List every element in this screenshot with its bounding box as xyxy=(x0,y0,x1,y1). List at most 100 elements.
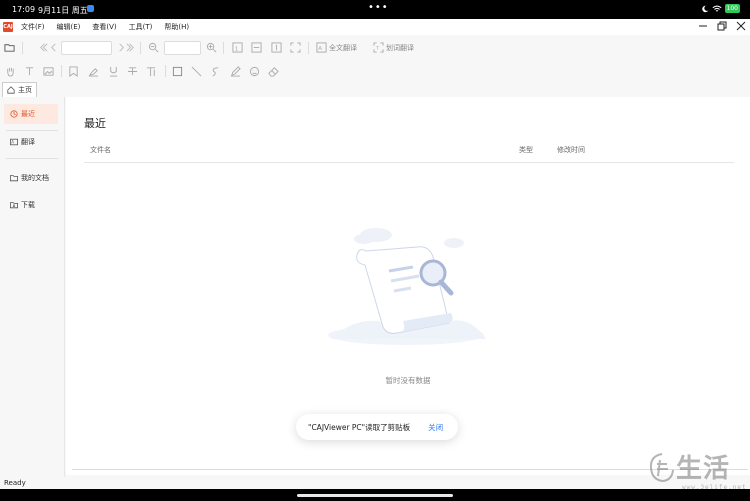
sidebar-item-my-documents[interactable]: 我的文档 xyxy=(4,168,58,188)
sidebar-item-downloads[interactable]: 下载 xyxy=(4,195,58,215)
hand-tool-icon[interactable] xyxy=(5,66,16,77)
multitasking-dots-icon[interactable]: ••• xyxy=(368,3,389,13)
actual-size-icon[interactable]: 1 xyxy=(232,42,243,53)
eraser-icon[interactable] xyxy=(268,66,279,77)
column-header-filename[interactable]: 文件名 xyxy=(90,145,111,155)
download-icon xyxy=(10,202,18,209)
text-box-icon[interactable] xyxy=(146,66,157,77)
fit-height-icon[interactable] xyxy=(271,42,282,53)
status-right: 100 xyxy=(701,4,740,13)
line-icon[interactable] xyxy=(191,66,202,77)
sidebar-item-label: 最近 xyxy=(21,110,35,118)
app-indicator-icon xyxy=(87,5,94,12)
annotation-toolbar xyxy=(0,61,750,81)
separator xyxy=(165,65,166,77)
app-logo: CAJ xyxy=(3,22,13,32)
sidebar-item-label: 翻译 xyxy=(21,138,35,146)
zoom-in-icon[interactable] xyxy=(206,42,217,53)
menu-file[interactable]: 文件(F) xyxy=(21,22,45,32)
strikethrough-icon[interactable] xyxy=(127,66,138,77)
last-page-icon[interactable] xyxy=(125,42,136,53)
menu-help[interactable]: 帮助(H) xyxy=(164,22,189,32)
menu-edit[interactable]: 编辑(E) xyxy=(57,22,81,32)
minimize-icon[interactable] xyxy=(698,21,708,31)
status-bar: Ready xyxy=(0,477,750,489)
menu-bar: CAJ 文件(F) 编辑(E) 查看(V) 工具(T) 帮助(H) xyxy=(0,19,750,35)
window-controls xyxy=(698,21,746,31)
tab-home-label: 主页 xyxy=(18,86,32,94)
text-select-icon[interactable] xyxy=(24,66,35,77)
column-header-type[interactable]: 类型 xyxy=(519,145,533,155)
toast-message: "CAJViewer PC"读取了剪贴板 xyxy=(308,422,411,432)
battery-level: 100 xyxy=(724,4,740,13)
highlight-icon[interactable] xyxy=(88,66,99,77)
restore-icon[interactable] xyxy=(717,21,727,31)
sidebar: 最近 A 翻译 我的文档 下载 xyxy=(0,97,65,477)
tab-home[interactable]: 主页 xyxy=(2,82,37,97)
watermark-text: 生活 xyxy=(676,454,731,484)
wifi-icon xyxy=(712,5,722,11)
zoom-level-input[interactable] xyxy=(164,41,201,55)
divider xyxy=(6,158,58,159)
moon-icon xyxy=(701,5,708,12)
separator xyxy=(223,42,224,54)
fit-width-icon[interactable] xyxy=(251,42,262,53)
word-translate-label: 划词翻译 xyxy=(386,43,414,52)
fullscreen-icon[interactable] xyxy=(290,42,301,53)
menu-tools[interactable]: 工具(T) xyxy=(129,22,153,32)
toast-close-button[interactable]: 关闭 xyxy=(428,422,443,433)
home-icon xyxy=(7,86,15,94)
pencil-icon[interactable] xyxy=(230,66,241,77)
main-toolbar: 1 A 全文翻译 T 划词翻译 xyxy=(0,37,750,59)
svg-text:1: 1 xyxy=(235,46,239,52)
page-title: 最近 xyxy=(84,117,106,130)
word-translate-button[interactable]: T 划词翻译 xyxy=(373,42,414,53)
home-indicator-bar xyxy=(0,489,750,501)
open-folder-icon[interactable] xyxy=(4,42,15,53)
stamp-icon[interactable] xyxy=(249,66,260,77)
sidebar-item-label: 我的文档 xyxy=(21,174,49,182)
close-icon[interactable] xyxy=(736,21,746,31)
sidebar-item-translate[interactable]: A 翻译 xyxy=(4,132,58,152)
separator xyxy=(140,42,141,54)
separator xyxy=(22,42,23,54)
header-divider xyxy=(84,162,734,163)
watermark-url: www.3elife.net xyxy=(682,484,747,491)
system-status-bar: 17:09 9月11日 周五 ••• 100 xyxy=(0,0,750,19)
translate-icon: A xyxy=(316,42,327,53)
clock-date: 9月11日 周五 xyxy=(38,6,88,15)
tab-bar: 主页 xyxy=(0,82,750,97)
watermark-logo-icon xyxy=(649,453,674,483)
home-indicator[interactable] xyxy=(297,494,453,497)
page-number-input[interactable] xyxy=(61,41,112,55)
divider xyxy=(6,130,58,131)
image-select-icon[interactable] xyxy=(43,66,54,77)
svg-text:A: A xyxy=(318,46,322,52)
sidebar-item-label: 下载 xyxy=(21,201,35,209)
svg-text:A: A xyxy=(11,140,14,145)
prev-page-icon[interactable] xyxy=(48,42,59,53)
bottom-divider xyxy=(72,469,748,470)
underline-icon[interactable] xyxy=(108,66,119,77)
full-translate-button[interactable]: A 全文翻译 xyxy=(316,42,357,53)
svg-text:T: T xyxy=(375,45,379,51)
column-header-modified[interactable]: 修改时间 xyxy=(557,145,585,155)
select-translate-icon: T xyxy=(373,42,384,53)
clipboard-toast: "CAJViewer PC"读取了剪贴板 关闭 xyxy=(296,414,458,440)
translate-icon: A xyxy=(10,138,18,146)
zoom-out-icon[interactable] xyxy=(148,42,159,53)
clock-icon xyxy=(10,110,18,118)
full-translate-label: 全文翻译 xyxy=(329,43,357,52)
separator xyxy=(61,65,62,77)
bookmark-icon[interactable] xyxy=(68,66,79,77)
empty-state-illustration xyxy=(328,228,486,345)
freehand-icon[interactable] xyxy=(210,66,221,77)
rectangle-icon[interactable] xyxy=(172,66,183,77)
app-window: 17:09 9月11日 周五 ••• 100 CAJ 文件(F) 编辑(E) 查… xyxy=(0,0,750,501)
empty-state-text: 暂时没有数据 xyxy=(385,376,431,385)
folder-icon xyxy=(10,175,18,182)
watermark: 生活 www.3elife.net xyxy=(648,448,748,498)
menu-view[interactable]: 查看(V) xyxy=(92,22,116,32)
sidebar-item-recent[interactable]: 最近 xyxy=(4,104,58,124)
separator xyxy=(308,42,309,54)
